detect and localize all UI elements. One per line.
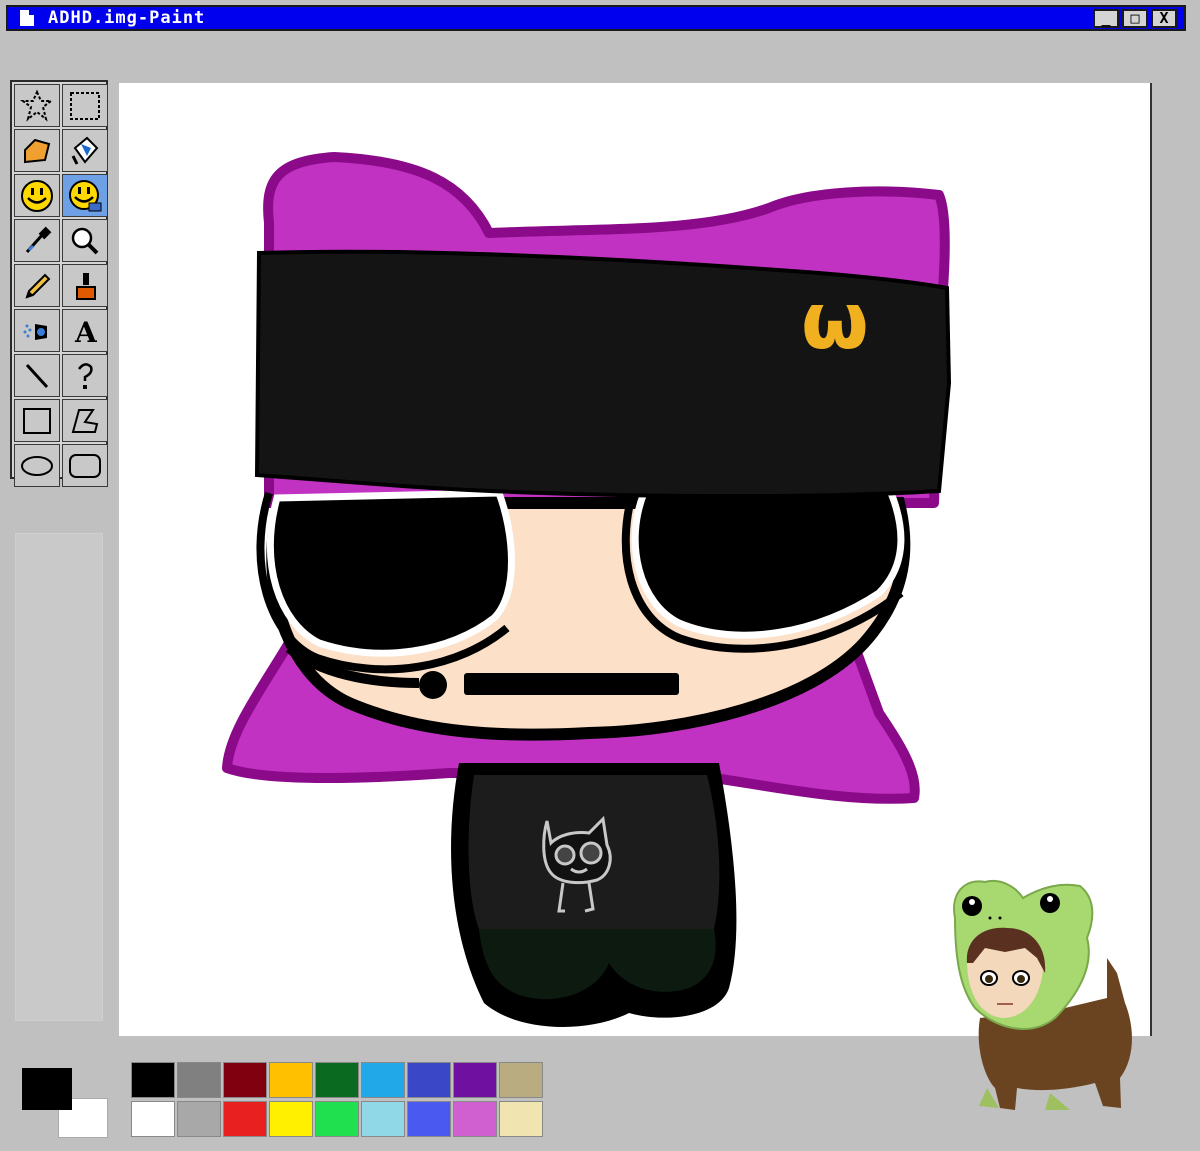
headset-mic [419,671,447,699]
mouth [464,673,679,695]
tool-rect-select[interactable] [62,84,108,127]
palette-swatch[interactable] [453,1062,497,1098]
tool-curve[interactable] [62,354,108,397]
rectangle-select-icon [70,91,100,120]
palette-swatch[interactable] [315,1062,359,1098]
window-title: ADHD.img-Paint [48,8,206,28]
tool-free-select[interactable] [14,84,60,127]
eye-left [266,489,515,657]
palette-swatch[interactable] [315,1101,359,1137]
close-button[interactable]: X [1151,9,1177,28]
tool-options-panel[interactable] [15,533,103,1021]
line-icon [25,363,49,388]
tool-magnifier[interactable] [62,219,108,262]
current-colors[interactable] [14,1060,110,1140]
document-icon [20,10,34,26]
foreground-color[interactable] [22,1068,72,1110]
tool-rounded-rectangle[interactable] [62,444,108,487]
tool-ellipse[interactable] [14,444,60,487]
minimize-button[interactable]: _ [1093,9,1119,28]
palette-swatch[interactable] [453,1101,497,1137]
palette-swatch[interactable] [177,1062,221,1098]
eraser-icon [24,138,51,163]
tool-line[interactable] [14,354,60,397]
brush-icon [76,272,96,300]
text-icon: A [74,316,98,348]
tool-pencil[interactable] [14,264,60,307]
palette-swatch[interactable] [177,1101,221,1137]
frog-hat-dog-mascot [953,880,1132,1110]
tool-fill[interactable] [62,129,108,172]
tool-smiley-active[interactable] [62,174,108,217]
svg-text:A: A [74,316,98,348]
palette-swatch[interactable] [223,1062,267,1098]
tool-airbrush[interactable] [14,309,60,352]
toolbox: A [10,80,108,487]
tool-text[interactable]: A [62,309,108,352]
hat-badge: ω [801,277,869,367]
smiley-tool-icon [69,179,102,211]
tool-rectangle[interactable] [14,399,60,442]
magnifier-icon [71,227,99,254]
rounded-rectangle-icon [69,453,101,478]
pencil-icon [25,273,51,299]
rectangle-icon [23,407,51,434]
palette-swatch[interactable] [269,1101,313,1137]
title-bar: ADHD.img-Paint _ □ X [6,5,1186,31]
ellipse-icon [21,455,53,476]
palette-swatch[interactable] [499,1062,543,1098]
palette-swatch[interactable] [269,1062,313,1098]
tool-color-picker[interactable] [14,219,60,262]
palette-swatch[interactable] [361,1062,405,1098]
color-palette [131,1062,543,1137]
palette-swatch[interactable] [407,1101,451,1137]
maximize-button[interactable]: □ [1122,9,1148,28]
tool-polygon[interactable] [62,399,108,442]
palette-swatch[interactable] [361,1101,405,1137]
palette-swatch[interactable] [499,1101,543,1137]
polygon-icon [71,408,99,433]
airbrush-icon [23,323,47,340]
paint-bucket-icon [71,136,99,165]
palette-swatch[interactable] [131,1062,175,1098]
tool-smiley[interactable] [14,174,60,217]
curve-icon [78,362,93,389]
tool-brush[interactable] [62,264,108,307]
star-select-icon [20,89,54,122]
palette-swatch[interactable] [407,1062,451,1098]
eyedropper-icon [25,226,52,253]
smiley-icon [21,179,53,212]
tool-eraser[interactable] [14,129,60,172]
palette-swatch[interactable] [131,1101,175,1137]
palette-swatch[interactable] [223,1101,267,1137]
